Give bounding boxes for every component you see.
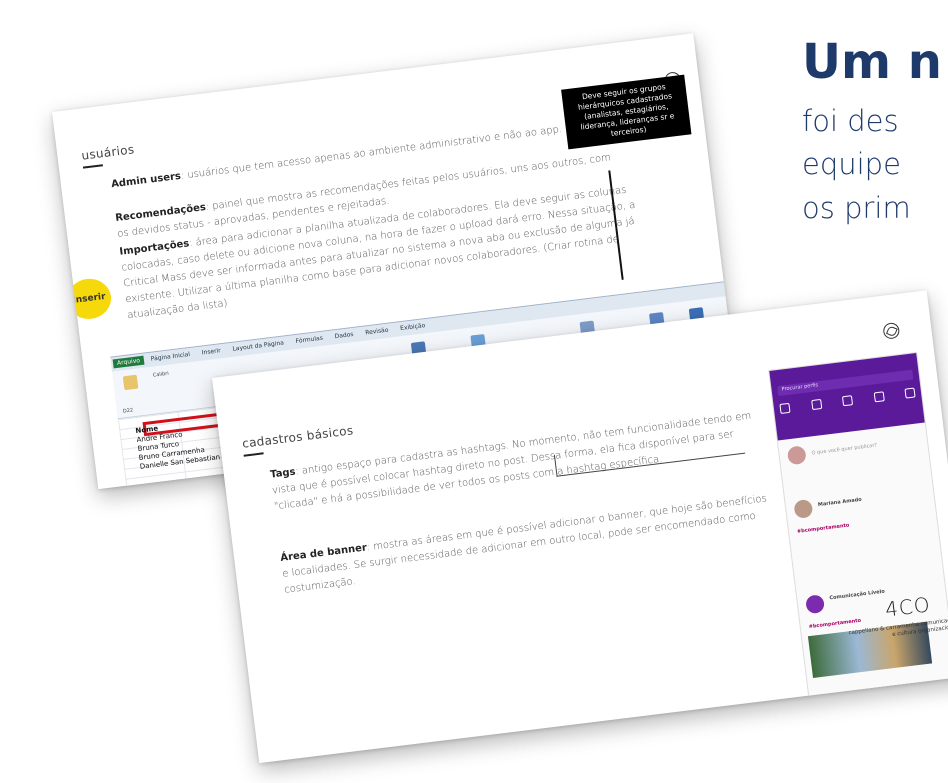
post-user-name: Mariana Amado [817, 496, 863, 509]
note-box: Deve seguir os grupos hierárquicos cadas… [561, 74, 692, 150]
help-icon [841, 395, 854, 407]
excel-tab: Dados [334, 330, 354, 341]
title-underline [243, 452, 264, 457]
excel-cell-ref: D22 [122, 407, 134, 415]
avatar [786, 445, 807, 466]
post-hashtag: #bcomportamento [796, 522, 850, 535]
excel-tab: Exibição [399, 322, 426, 333]
excel-font: Calibri [152, 370, 170, 379]
avatar [793, 498, 814, 519]
slide-title: cadastros básicos [241, 423, 355, 451]
grid-icon [810, 398, 822, 411]
profile-icon [904, 387, 916, 399]
inserir-sticker: Inserir [64, 276, 114, 322]
label-tags: Tags [269, 466, 297, 481]
feed-icon [779, 402, 791, 414]
excel-tab: Inserir [201, 347, 222, 357]
label-admin-users: Admin users [110, 170, 182, 191]
calendar-icon [873, 391, 885, 403]
subtitle-line-1: foi des [802, 104, 899, 138]
logo-icon [882, 321, 901, 340]
subtitle-line-2: equipe [802, 147, 901, 181]
title-underline [82, 164, 103, 169]
post-user-name: Comunicação Lívelo [829, 588, 886, 602]
excel-tab: Fórmulas [295, 334, 324, 345]
subtitle-line-3: os prim [802, 191, 911, 225]
phone-mockup: Procurar perfis O que você quer publicar… [768, 351, 948, 698]
avatar [805, 594, 826, 615]
paste-icon [122, 374, 139, 391]
excel-tab: Página Inicial [150, 351, 191, 363]
paragraph-banner: Área de banner: mostra as áreas em que é… [280, 491, 772, 598]
phone-header: Procurar perfis [769, 352, 925, 441]
excel-file-tab: Arquivo [112, 355, 145, 369]
post-hashtag: #bcomportamento [808, 617, 862, 631]
excel-tab: Revisão [364, 326, 389, 337]
page-heading: Um n [802, 34, 942, 90]
slide-title: usuários [80, 142, 136, 163]
post-placeholder: O que você quer publicar? [811, 442, 878, 457]
